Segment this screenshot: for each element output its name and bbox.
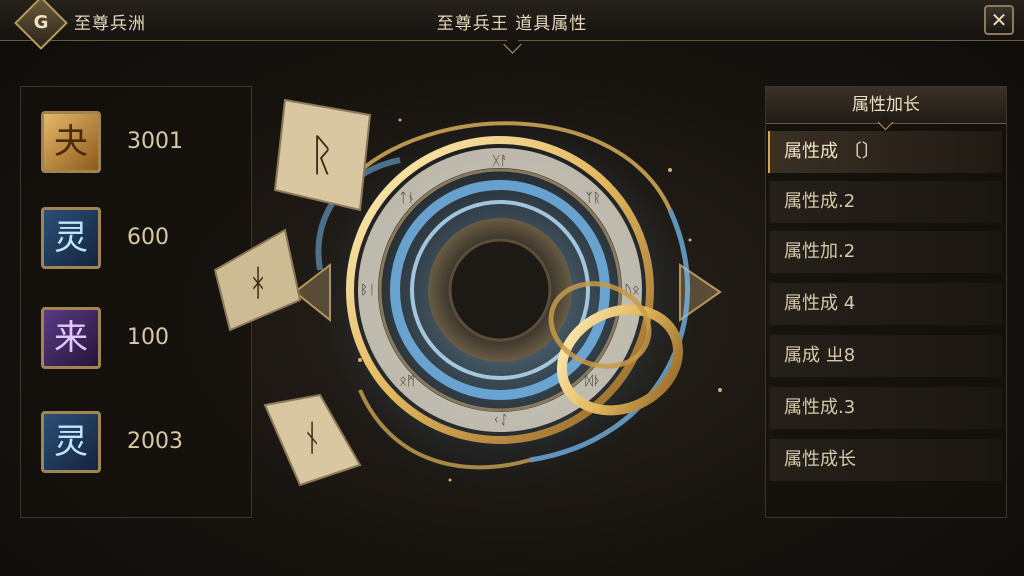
rune-tile-icon: 灵 [41, 411, 101, 473]
close-button[interactable]: ✕ [984, 5, 1014, 35]
resource-value: 600 [127, 225, 169, 250]
resource-value: 3001 [127, 129, 183, 154]
svg-text:ᚲᛇ: ᚲᛇ [492, 413, 508, 428]
top-bar: G 至尊兵洲 至尊兵王 道具属性 ✕ [0, 0, 1024, 54]
attribute-item[interactable]: 属成 ㄓ8 [768, 335, 1002, 377]
svg-text:ᛒᛁ: ᛒᛁ [360, 283, 376, 298]
svg-text:ᚱ: ᚱ [309, 130, 335, 181]
attribute-label: 属性成 4 [784, 293, 856, 314]
attribute-label: 属性成.3 [784, 397, 856, 418]
attribute-label: 属成 ㄓ8 [784, 345, 856, 366]
attribute-label: 属性成长 [784, 449, 856, 470]
attribute-item[interactable]: 属性成.2 [768, 181, 1002, 223]
attribute-item[interactable]: 属性成长 [768, 439, 1002, 481]
svg-text:ᛏᚾ: ᛏᚾ [399, 191, 415, 206]
rune-scroll: ᚼ [213, 228, 302, 332]
svg-text:ᛉᚱ: ᛉᚱ [585, 191, 601, 206]
magic-ring-artwork: ᚷᚨ ᛉᚱ ᚢᛟ ᛞᚦ ᚲᛇ ᛟᛗ ᛒᛁ ᛏᚾ ᚱ ᚼ ᚾ [213, 90, 722, 510]
attribute-item[interactable]: 属性加.2 [768, 231, 1002, 273]
svg-text:ᛟᛗ: ᛟᛗ [399, 374, 415, 389]
attribute-label: 属性加.2 [784, 241, 856, 262]
attribute-panel: 属性加长 属性成 〔〕 属性成.2 属性加.2 属性成 4 属成 ㄓ8 属性成.… [765, 86, 1007, 518]
resource-value: 100 [127, 325, 169, 350]
svg-text:ᚾ: ᚾ [301, 418, 323, 459]
rune-tile-icon: 来 [41, 307, 101, 369]
close-icon: ✕ [990, 8, 1008, 32]
attribute-item[interactable]: 属性成 4 [768, 283, 1002, 325]
rune-tile-icon: 夬 [41, 111, 101, 173]
svg-text:ᚼ: ᚼ [247, 263, 269, 304]
title-ornament [503, 35, 522, 54]
svg-text:ᛞᚦ: ᛞᚦ [585, 374, 601, 389]
attribute-label: 属性成.2 [784, 191, 856, 212]
svg-text:ᚷᚨ: ᚷᚨ [492, 154, 508, 169]
rune-tile-icon: 灵 [41, 207, 101, 269]
attribute-label: 属性成 〔〕 [784, 141, 880, 162]
attribute-item[interactable]: 属性成.3 [768, 387, 1002, 429]
page-title: 至尊兵王 道具属性 [436, 14, 588, 34]
rune-scroll: ᚱ [273, 98, 372, 212]
attribute-item[interactable]: 属性成 〔〕 [768, 131, 1002, 173]
resource-value: 2003 [127, 429, 183, 454]
